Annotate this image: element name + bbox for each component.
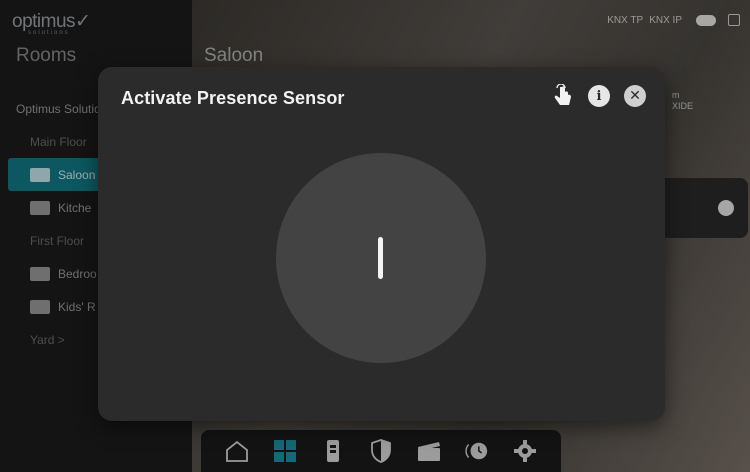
info-button[interactable]: i	[587, 84, 611, 108]
power-icon	[378, 237, 383, 279]
info-icon: i	[588, 85, 610, 107]
dialog-title: Activate Presence Sensor	[121, 88, 345, 108]
close-button[interactable]: ✕	[623, 84, 647, 108]
close-icon: ✕	[624, 85, 646, 107]
touch-icon[interactable]	[551, 84, 575, 108]
dialog-actions: i ✕	[551, 84, 647, 108]
presence-sensor-dialog: Activate Presence Sensor i ✕	[98, 67, 665, 421]
presence-toggle-button[interactable]	[276, 153, 486, 363]
